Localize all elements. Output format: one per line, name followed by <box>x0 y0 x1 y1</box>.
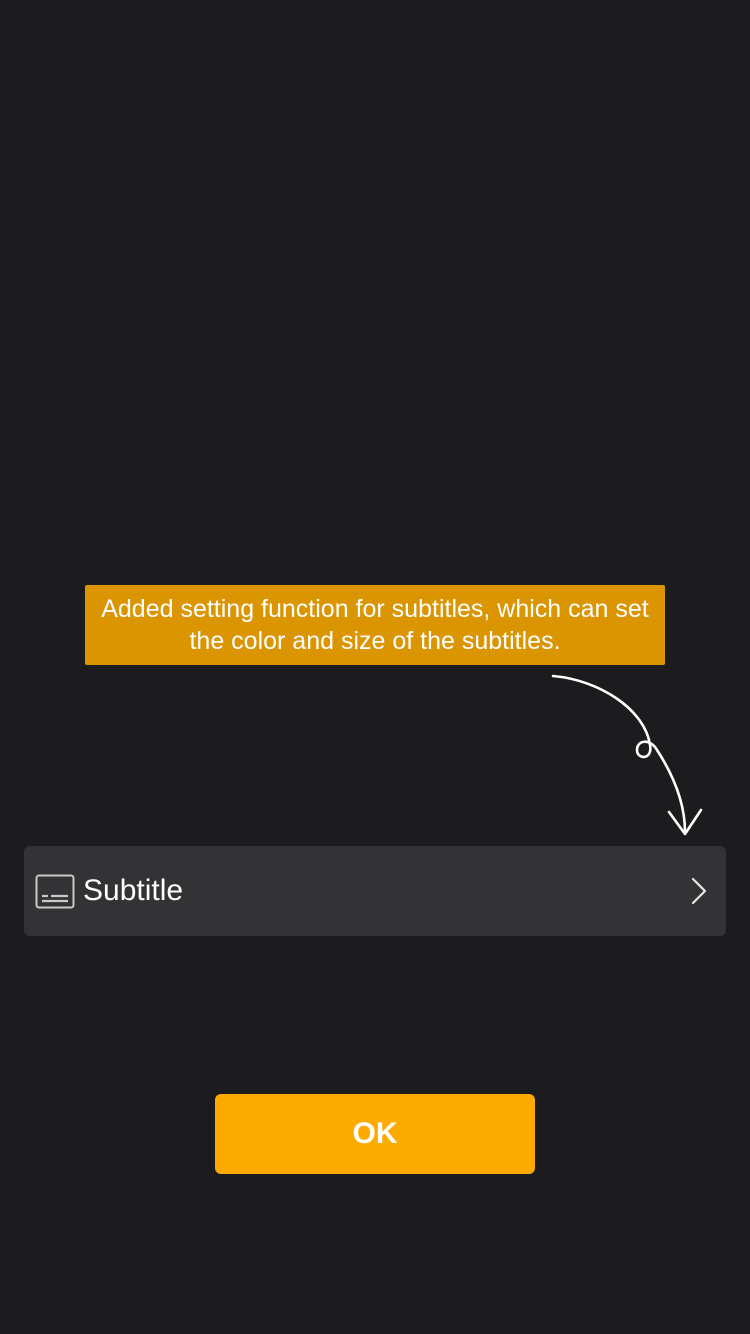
ok-button[interactable]: OK <box>215 1094 535 1174</box>
subtitle-icon <box>35 873 75 909</box>
feature-tooltip: Added setting function for subtitles, wh… <box>85 585 665 665</box>
curved-arrow-icon <box>551 674 703 836</box>
tooltip-text: Added setting function for subtitles, wh… <box>101 595 649 655</box>
chevron-right-icon <box>688 876 710 906</box>
subtitle-setting-row[interactable]: Subtitle <box>24 846 726 936</box>
screen: Added setting function for subtitles, wh… <box>0 0 750 1334</box>
subtitle-label: Subtitle <box>83 874 184 907</box>
